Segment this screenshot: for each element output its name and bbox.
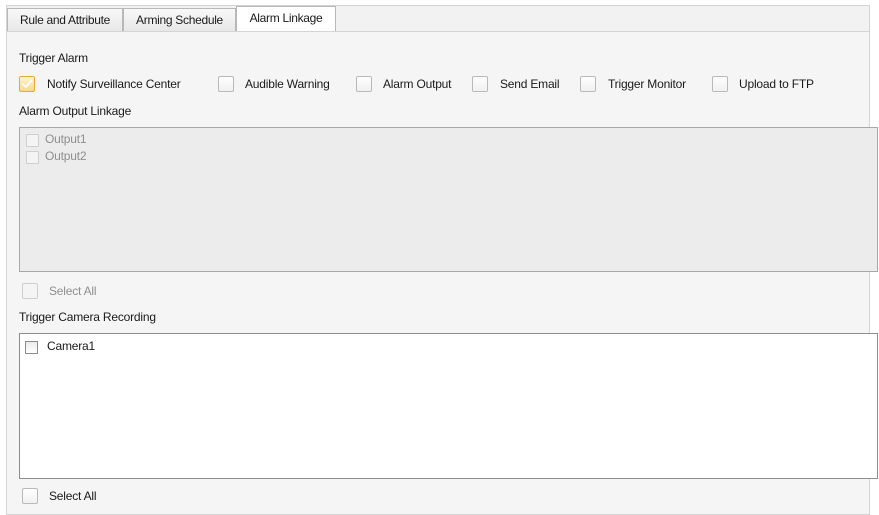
camera-recording-list[interactable]: Camera1	[19, 333, 878, 479]
output1-checkbox[interactable]	[26, 134, 39, 147]
camera-select-all-label: Select All	[49, 489, 97, 503]
output-select-all-label: Select All	[49, 284, 97, 298]
checkmark-icon	[22, 80, 32, 88]
camera1-checkbox[interactable]	[25, 341, 38, 354]
upload-to-ftp-label: Upload to FTP	[739, 77, 814, 91]
audible-warning-checkbox[interactable]	[218, 76, 234, 92]
output2-checkbox[interactable]	[26, 151, 39, 164]
trigger-alarm-title: Trigger Alarm	[19, 51, 88, 65]
notify-surveillance-center-label: Notify Surveillance Center	[47, 77, 181, 91]
alarm-output-list[interactable]: Output1 Output2	[19, 127, 878, 272]
trigger-camera-recording-title: Trigger Camera Recording	[19, 310, 156, 324]
output-select-all-checkbox[interactable]	[22, 283, 38, 299]
notify-surveillance-center-checkbox[interactable]	[19, 76, 35, 92]
trigger-monitor-checkbox[interactable]	[580, 76, 596, 92]
alarm-output-linkage-title: Alarm Output Linkage	[19, 104, 132, 118]
camera1-label: Camera1	[47, 339, 95, 353]
alarm-output-label: Alarm Output	[383, 77, 452, 91]
upload-to-ftp-checkbox[interactable]	[712, 76, 728, 92]
tab-rule-and-attribute[interactable]: Rule and Attribute	[7, 8, 123, 33]
tab-bar: Rule and Attribute Arming Schedule Alarm…	[6, 5, 870, 34]
alarm-output-checkbox[interactable]	[356, 76, 372, 92]
output2-label: Output2	[45, 149, 87, 163]
tab-arming-schedule[interactable]: Arming Schedule	[123, 8, 236, 33]
send-email-checkbox[interactable]	[472, 76, 488, 92]
camera-select-all-checkbox[interactable]	[22, 488, 38, 504]
audible-warning-label: Audible Warning	[245, 77, 330, 91]
trigger-monitor-label: Trigger Monitor	[608, 77, 686, 91]
send-email-label: Send Email	[500, 77, 560, 91]
tab-alarm-linkage[interactable]: Alarm Linkage	[236, 6, 336, 34]
output1-label: Output1	[45, 132, 87, 146]
